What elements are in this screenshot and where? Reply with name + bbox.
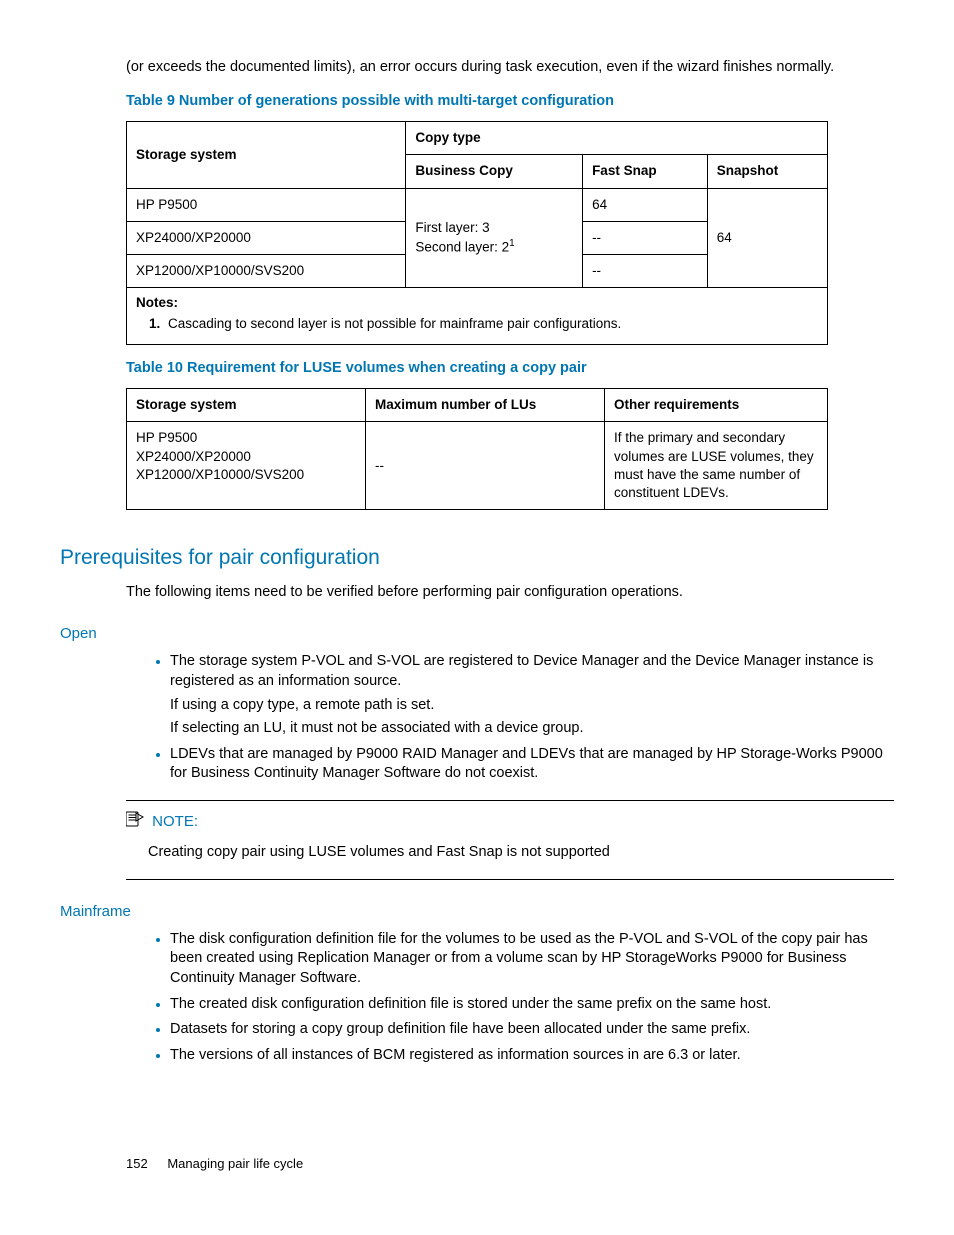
table9-caption: Table 9 Number of generations possible w… [126, 92, 894, 112]
prereq-intro: The following items need to be verified … [126, 583, 894, 603]
list-item: LDEVs that are managed by P9000 RAID Man… [170, 745, 894, 784]
table9-h-copytype: Copy type [406, 122, 828, 155]
open-heading: Open [60, 624, 894, 644]
table-row: HP P9500 XP24000/XP20000 XP12000/XP10000… [127, 422, 828, 510]
section-title: Managing pair life cycle [167, 1156, 303, 1171]
list-item: The versions of all instances of BCM reg… [170, 1046, 894, 1066]
table9-notes: Notes: Cascading to second layer is not … [127, 288, 828, 344]
table-row: HP P9500 First layer: 3 Second layer: 21… [127, 188, 828, 221]
intro-paragraph: (or exceeds the documented limits), an e… [126, 58, 894, 78]
cell-sys: HP P9500 XP24000/XP20000 XP12000/XP10000… [127, 422, 366, 510]
list-item: The storage system P-VOL and S-VOL are r… [170, 652, 894, 738]
table9-h-fs: Fast Snap [583, 155, 708, 188]
table9-note-1: Cascading to second layer is not possibl… [164, 315, 818, 333]
open-list: The storage system P-VOL and S-VOL are r… [150, 652, 894, 783]
cell-fs: -- [583, 255, 708, 288]
cell-sys: HP P9500 [127, 188, 406, 221]
table9: Storage system Copy type Business Copy F… [126, 121, 828, 345]
cell-sys: XP12000/XP10000/SVS200 [127, 255, 406, 288]
prereq-heading: Prerequisites for pair configuration [60, 544, 894, 572]
table10-h-storage: Storage system [127, 389, 366, 422]
cell-bc-merged: First layer: 3 Second layer: 21 [406, 188, 583, 288]
list-item: The disk configuration definition file f… [170, 930, 894, 989]
table10: Storage system Maximum number of LUs Oth… [126, 388, 828, 510]
note-icon [126, 811, 144, 833]
list-item: Datasets for storing a copy group defini… [170, 1020, 894, 1040]
page-number: 152 [126, 1156, 148, 1171]
table9-h-bc: Business Copy [406, 155, 583, 188]
mainframe-list: The disk configuration definition file f… [150, 930, 894, 1065]
table10-h-max: Maximum number of LUs [366, 389, 605, 422]
list-item: The created disk configuration definitio… [170, 995, 894, 1015]
cell-fs: 64 [583, 188, 708, 221]
table9-h-storage: Storage system [127, 122, 406, 188]
table10-caption: Table 10 Requirement for LUSE volumes wh… [126, 359, 894, 379]
note-label: NOTE: [152, 813, 198, 830]
note-body: Creating copy pair using LUSE volumes an… [148, 843, 894, 863]
table10-h-other: Other requirements [605, 389, 828, 422]
cell-fs: -- [583, 221, 708, 254]
cell-other: If the primary and secondary volumes are… [605, 422, 828, 510]
cell-sys: XP24000/XP20000 [127, 221, 406, 254]
table9-h-sn: Snapshot [707, 155, 827, 188]
cell-sn-merged: 64 [707, 188, 827, 288]
cell-max: -- [366, 422, 605, 510]
mainframe-heading: Mainframe [60, 902, 894, 922]
note-box: NOTE: Creating copy pair using LUSE volu… [126, 800, 894, 880]
page-footer: 152 Managing pair life cycle [126, 1155, 894, 1173]
